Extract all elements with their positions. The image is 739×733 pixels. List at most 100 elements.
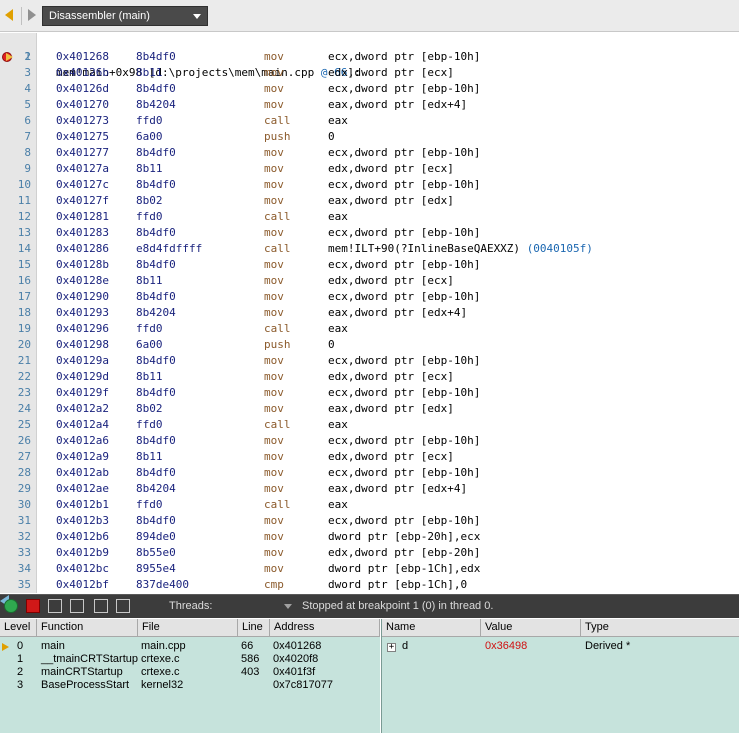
- instruction-operands: ecx,dword ptr [ebp-10h]: [328, 433, 480, 449]
- instruction-bytes: 6a00: [136, 338, 163, 351]
- frame-function[interactable]: mainCRTStartup: [41, 666, 123, 679]
- frame-address[interactable]: 0x401268: [273, 640, 321, 653]
- frame-address[interactable]: 0x401f3f: [273, 666, 315, 679]
- forward-arrow-icon[interactable]: [28, 9, 36, 21]
- disassembly-toggle-icon[interactable]: [116, 599, 130, 613]
- column-header-value[interactable]: Value: [481, 619, 581, 637]
- line-number: 22: [17, 370, 31, 383]
- column-header-type[interactable]: Type: [581, 619, 739, 637]
- disassembly-row[interactable]: 32 0x4012b6 894de0 mov dword ptr [ebp-20h],e…: [0, 529, 739, 545]
- disassembly-row[interactable]: 26 0x4012a6 8b4df0 mov ecx,dword ptr [ebp-10…: [0, 433, 739, 449]
- column-header-name[interactable]: Name: [382, 619, 481, 637]
- disassembly-row[interactable]: 17 0x401290 8b4df0 mov ecx,dword ptr [ebp-10…: [0, 289, 739, 305]
- step-out-icon[interactable]: [94, 599, 108, 613]
- disassembly-row[interactable]: 20 0x401298 6a00 push 0: [0, 337, 739, 353]
- disassembly-row[interactable]: 7 0x401275 6a00 push 0: [0, 129, 739, 145]
- divider: [21, 7, 22, 25]
- window-title: Disassembler (main): [49, 10, 150, 22]
- disassembly-row[interactable]: 16 0x40128e 8b11 mov edx,dword ptr [ecx]: [0, 273, 739, 289]
- disassembly-row[interactable]: 28 0x4012ab 8b4df0 mov ecx,dword ptr [ebp-10…: [0, 465, 739, 481]
- disassembly-row[interactable]: 9 0x40127a 8b11 mov edx,dword ptr [ecx]: [0, 161, 739, 177]
- frame-line[interactable]: 586: [241, 653, 259, 666]
- operand-text: 0: [328, 338, 335, 351]
- disassembly-row[interactable]: 10 0x40127c 8b4df0 mov ecx,dword ptr [ebp-10…: [0, 177, 739, 193]
- disassembly-row[interactable]: 33 0x4012b9 8b55e0 mov edx,dword ptr [ebp-20…: [0, 545, 739, 561]
- disassembly-row[interactable]: 5 0x401270 8b4204 mov eax,dword ptr [edx+4]: [0, 97, 739, 113]
- line-number: 3: [24, 66, 31, 79]
- instruction-mnemonic: mov: [264, 386, 284, 399]
- frame-level[interactable]: 0: [17, 640, 23, 653]
- line-number: 19: [17, 322, 31, 335]
- instruction-address: 0x4012a6: [56, 434, 109, 447]
- variable-name[interactable]: d: [402, 640, 408, 653]
- frame-function[interactable]: main: [41, 640, 65, 653]
- disassembly-row[interactable]: 34 0x4012bc 8955e4 mov dword ptr [ebp-1Ch],e…: [0, 561, 739, 577]
- frame-function[interactable]: __tmainCRTStartup: [41, 653, 138, 666]
- instruction-bytes: 8b4df0: [136, 434, 176, 447]
- frame-level[interactable]: 2: [17, 666, 23, 679]
- window-selector-dropdown[interactable]: Disassembler (main): [42, 6, 208, 26]
- disassembly-row[interactable]: 15 0x40128b 8b4df0 mov ecx,dword ptr [ebp-10…: [0, 257, 739, 273]
- disassembly-row[interactable]: 4 0x40126d 8b4df0 mov ecx,dword ptr [ebp-10h…: [0, 81, 739, 97]
- disassembly-row[interactable]: 31 0x4012b3 8b4df0 mov ecx,dword ptr [ebp-10…: [0, 513, 739, 529]
- stop-icon[interactable]: [26, 599, 40, 613]
- disassembly-row[interactable]: 14 0x401286 e8d4fdffff call mem!ILT+90(?Inli…: [0, 241, 739, 257]
- disassembly-row[interactable]: 27 0x4012a9 8b11 mov edx,dword ptr [ecx]: [0, 449, 739, 465]
- disassembly-row[interactable]: 21 0x40129a 8b4df0 mov ecx,dword ptr [ebp-10…: [0, 353, 739, 369]
- instruction-address: 0x40128b: [56, 258, 109, 271]
- instruction-mnemonic: mov: [264, 274, 284, 287]
- disassembly-row[interactable]: 19 0x401296 ffd0 call eax: [0, 321, 739, 337]
- column-header-level[interactable]: Level: [0, 619, 37, 637]
- variable-value[interactable]: 0x36498: [485, 640, 527, 653]
- disassembly-row[interactable]: 30 0x4012b1 ffd0 call eax: [0, 497, 739, 513]
- instruction-operands: ecx,dword ptr [ebp-10h]: [328, 81, 480, 97]
- frame-address[interactable]: 0x7c817077: [273, 679, 333, 692]
- threads-dropdown[interactable]: Threads:: [164, 597, 298, 615]
- frame-file[interactable]: main.cpp: [141, 640, 186, 653]
- disassembly-row[interactable]: 8 0x401277 8b4df0 mov ecx,dword ptr [ebp-10h…: [0, 145, 739, 161]
- instruction-operands: edx,dword ptr [ecx]: [328, 65, 454, 81]
- line-number: 28: [17, 466, 31, 479]
- disassembly-row[interactable]: 29 0x4012ae 8b4204 mov eax,dword ptr [edx+4]: [0, 481, 739, 497]
- disassembly-row[interactable]: 13 0x401283 8b4df0 mov ecx,dword ptr [ebp-10…: [0, 225, 739, 241]
- instruction-bytes: 8b4df0: [136, 258, 176, 271]
- instruction-mnemonic: call: [264, 322, 291, 335]
- frame-address[interactable]: 0x4020f8: [273, 653, 318, 666]
- disassembly-view[interactable]: 1 mem!main+0x98 [d:\projects\mem\main.cp…: [0, 33, 739, 593]
- disassembly-row[interactable]: 23 0x40129f 8b4df0 mov ecx,dword ptr [ebp-10…: [0, 385, 739, 401]
- disassembly-row[interactable]: 35 0x4012bf 837de400 cmp dword ptr [ebp-1Ch]…: [0, 577, 739, 593]
- step-into-icon[interactable]: [48, 599, 62, 613]
- disassembly-row[interactable]: 11 0x40127f 8b02 mov eax,dword ptr [edx]: [0, 193, 739, 209]
- frame-file[interactable]: kernel32: [141, 679, 183, 692]
- frame-level[interactable]: 1: [17, 653, 23, 666]
- disassembly-row[interactable]: 24 0x4012a2 8b02 mov eax,dword ptr [edx]: [0, 401, 739, 417]
- instruction-address: 0x401275: [56, 130, 109, 143]
- instruction-mnemonic: mov: [264, 66, 284, 79]
- disassembly-row[interactable]: 12 0x401281 ffd0 call eax: [0, 209, 739, 225]
- frame-function[interactable]: BaseProcessStart: [41, 679, 129, 692]
- column-header-line[interactable]: Line: [238, 619, 270, 637]
- frame-level[interactable]: 3: [17, 679, 23, 692]
- disassembly-row[interactable]: 2 0x401268 8b4df0 mov ecx,dword ptr [ebp-10h…: [0, 49, 739, 65]
- continue-icon[interactable]: [4, 599, 18, 613]
- step-over-icon[interactable]: [70, 599, 84, 613]
- disassembly-row[interactable]: 18 0x401293 8b4204 mov eax,dword ptr [edx+4]: [0, 305, 739, 321]
- disassembly-row[interactable]: 22 0x40129d 8b11 mov edx,dword ptr [ecx]: [0, 369, 739, 385]
- column-header-address[interactable]: Address: [270, 619, 380, 637]
- instruction-operands: ecx,dword ptr [ebp-10h]: [328, 225, 480, 241]
- frame-line[interactable]: 403: [241, 666, 259, 679]
- instruction-mnemonic: mov: [264, 146, 284, 159]
- disassembly-row[interactable]: 25 0x4012a4 ffd0 call eax: [0, 417, 739, 433]
- operand-text: dword ptr [ebp-1Ch],0: [328, 578, 468, 591]
- disassembly-row[interactable]: 6 0x401273 ffd0 call eax: [0, 113, 739, 129]
- frame-file[interactable]: crtexe.c: [141, 653, 180, 666]
- target-address[interactable]: (0040105f): [527, 242, 593, 255]
- column-header-file[interactable]: File: [138, 619, 238, 637]
- frame-line[interactable]: 66: [241, 640, 253, 653]
- frame-file[interactable]: crtexe.c: [141, 666, 180, 679]
- column-header-function[interactable]: Function: [37, 619, 138, 637]
- back-arrow-icon[interactable]: [5, 9, 13, 21]
- disassembly-row[interactable]: 3 0x40126b 8b11 mov edx,dword ptr [ecx]: [0, 65, 739, 81]
- expand-icon[interactable]: +: [387, 643, 396, 652]
- instruction-bytes: 8b02: [136, 402, 163, 415]
